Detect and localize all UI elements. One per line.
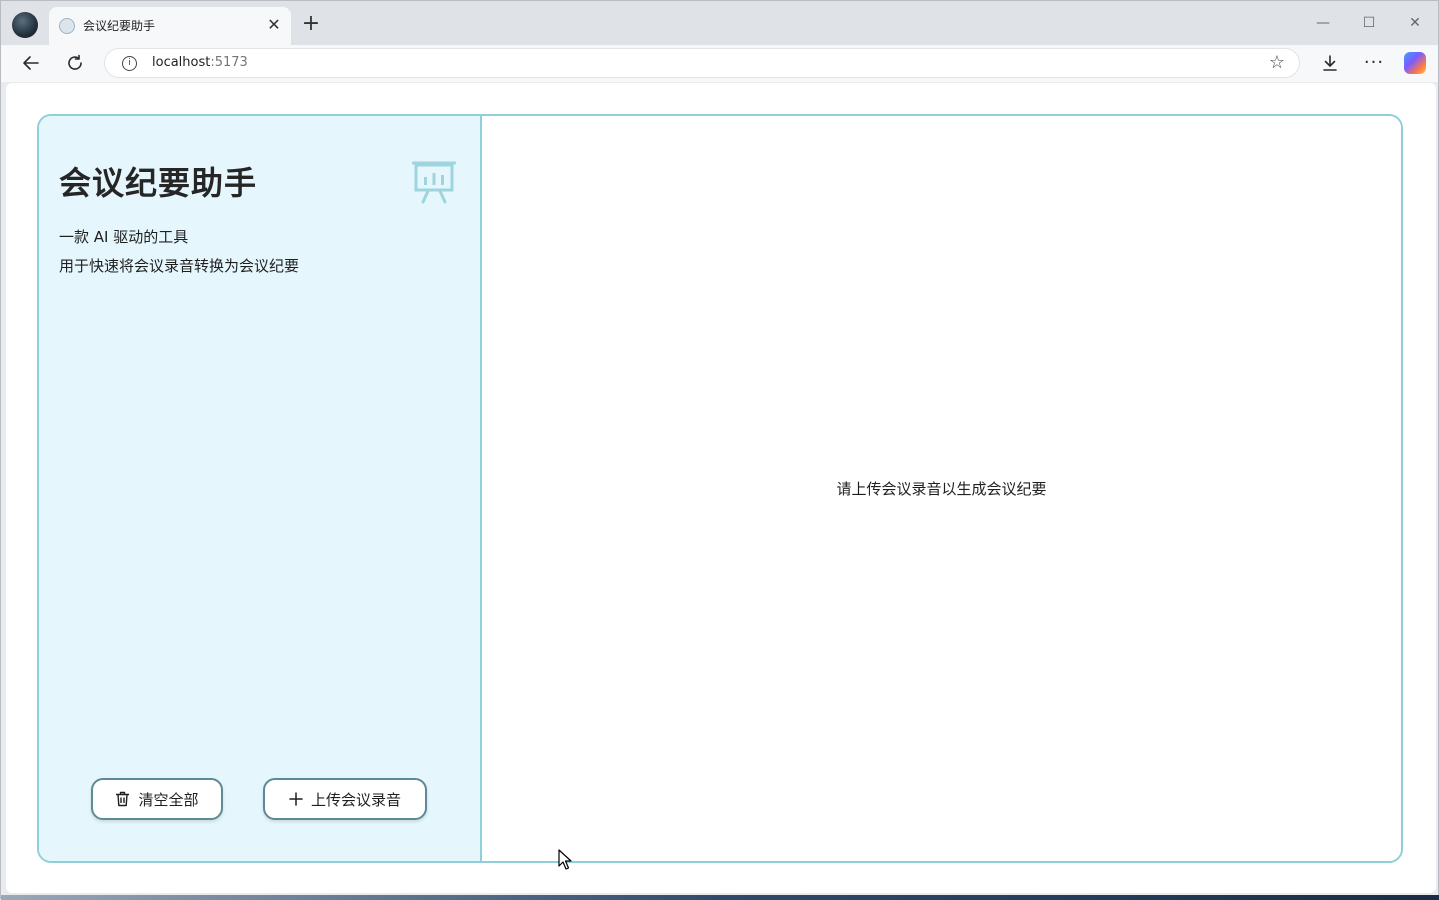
tab-active[interactable]: 会议纪要助手 ✕ [49,7,291,45]
reload-button[interactable] [61,50,89,76]
close-window-button[interactable]: ✕ [1400,11,1430,35]
browser-toolbar: i localhost:5173 ☆ ··· [1,45,1438,82]
sidebar: 会议纪要助手 一款 AI 驱动的工具 用于快速将会议录音转换为会议纪要 清空全部 [39,116,482,861]
mouse-cursor-icon [558,849,572,870]
star-icon[interactable]: ☆ [1269,52,1285,73]
trash-icon [116,791,130,807]
reload-icon [68,54,82,70]
url-host: localhost [152,55,211,70]
url-text[interactable]: localhost:5173 [152,55,248,70]
browser-window: 会议纪要助手 ✕ + — ☐ ✕ i localhost:5173 ☆ ··· … [0,0,1439,900]
empty-state-message: 请上传会议录音以生成会议纪要 [836,480,1047,498]
plus-icon [289,792,303,806]
upload-recording-button[interactable]: 上传会议录音 [263,778,427,820]
description-line-2: 用于快速将会议录音转换为会议纪要 [59,257,300,275]
arrow-left-icon [23,56,39,70]
address-bar[interactable]: i localhost:5173 ☆ [104,48,1300,78]
url-port: :5173 [210,55,248,70]
info-icon[interactable]: i [122,56,137,71]
minutes-display-area: 请上传会议录音以生成会议纪要 [482,116,1401,861]
new-tab-button[interactable]: + [299,13,323,37]
desktop-background-strip [1,895,1439,900]
upload-recording-label: 上传会议录音 [310,790,401,809]
downloads-button[interactable] [1316,50,1344,76]
clear-all-button[interactable]: 清空全部 [91,778,223,820]
description-line-1: 一款 AI 驱动的工具 [59,228,189,246]
minimize-button[interactable]: — [1308,11,1338,35]
app-container: 会议纪要助手 一款 AI 驱动的工具 用于快速将会议录音转换为会议纪要 清空全部 [37,114,1403,863]
back-button[interactable] [17,50,45,76]
page-viewport: 会议纪要助手 一款 AI 驱动的工具 用于快速将会议录音转换为会议纪要 清空全部 [6,83,1436,893]
tab-favicon-icon [59,18,75,34]
tab-close-icon[interactable]: ✕ [265,16,283,34]
tab-strip: 会议纪要助手 ✕ + — ☐ ✕ [1,1,1438,45]
more-menu-button[interactable]: ··· [1360,50,1388,76]
profile-avatar[interactable] [12,12,38,38]
maximize-button[interactable]: ☐ [1354,11,1384,35]
more-icon: ··· [1363,52,1385,73]
tab-title: 会议纪要助手 [83,19,156,33]
copilot-icon[interactable] [1404,52,1426,74]
app-title: 会议纪要助手 [59,164,258,202]
presentation-board-icon [412,161,456,204]
download-icon [1323,55,1337,71]
clear-all-label: 清空全部 [138,790,199,809]
